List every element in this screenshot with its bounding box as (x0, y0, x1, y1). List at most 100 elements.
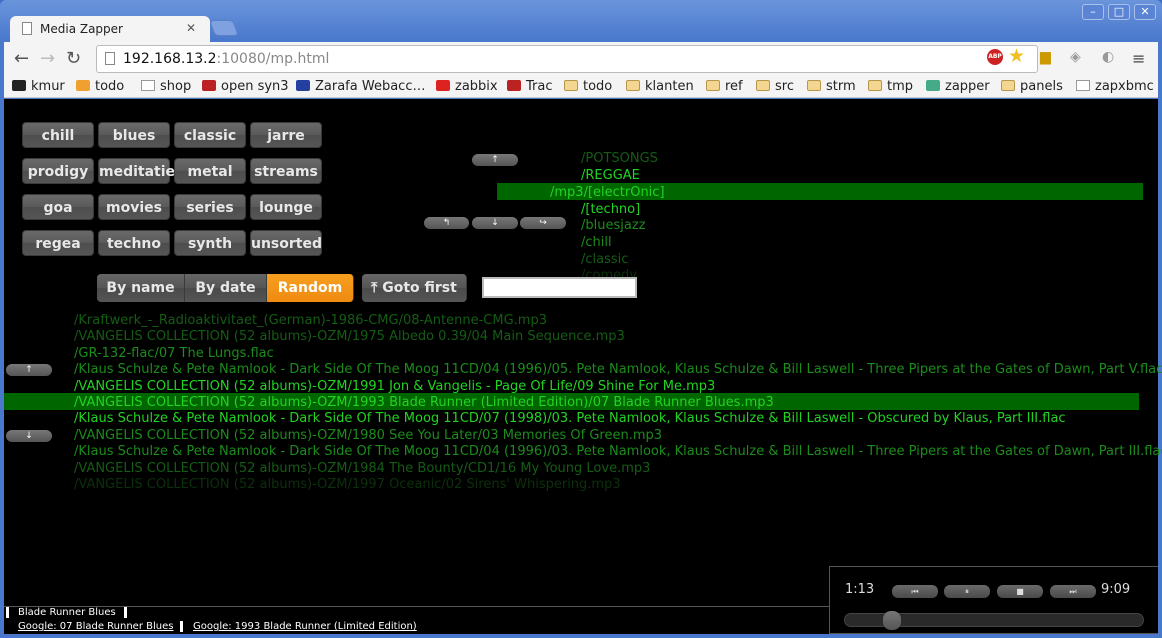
zabbix-icon (436, 80, 450, 91)
seek-thumb[interactable] (882, 611, 901, 630)
paw-icon (507, 80, 521, 91)
dir-item-selected[interactable]: /mp3/[electrOnic] (550, 185, 665, 201)
file-item[interactable]: /VANGELIS COLLECTION (52 albums)-OZM/199… (74, 477, 621, 493)
bookmark-panels[interactable]: panels (1001, 79, 1063, 94)
sabnzbd-icon[interactable]: ▆ (1040, 49, 1051, 65)
bookmark-label: Trac (526, 79, 553, 94)
sort-by-name-button[interactable]: By name (97, 274, 185, 302)
audio-player: 1:13 ⏮ ⏸ ■ ⏭ 9:09 (829, 566, 1158, 634)
file-item[interactable]: /VANGELIS COLLECTION (52 albums)-OZM/199… (74, 379, 715, 395)
file-item[interactable]: /Klaus Schulze & Pete Namlook - Dark Sid… (74, 411, 1066, 427)
bookmark-todo[interactable]: todo (564, 79, 612, 94)
bookmark-ref[interactable]: ref (706, 79, 743, 94)
folder-icon (868, 80, 882, 91)
bookmark-label: tmp (887, 79, 914, 94)
elapsed-time: 1:13 (845, 582, 875, 597)
media-zapper-page: chill blues classic jarre prodigy meditatie me… (4, 99, 1162, 634)
file-down-button[interactable]: ↓ (6, 430, 52, 442)
bookmark-label: todo (583, 79, 613, 94)
bookmark-label: shop (160, 79, 192, 94)
bookmark-label: Zarafa Webacc… (315, 79, 426, 94)
bookmark-klanten[interactable]: klanten (626, 79, 694, 94)
shield-icon[interactable]: ◈ (1070, 49, 1081, 65)
pause-button[interactable]: ⏸ (944, 585, 990, 598)
close-window-button[interactable]: ✕ (1134, 4, 1156, 20)
dir-item[interactable]: /[techno] (581, 202, 640, 218)
adblock-icon[interactable]: ABP (987, 49, 1003, 65)
bookmark-zapper[interactable]: zapper (926, 79, 990, 94)
pause-icon: ⏸ (965, 587, 969, 596)
bookmark-kmur[interactable]: kmur (12, 79, 65, 94)
google-album-link-text[interactable]: Google: 1993 Blade Runner (Limited Editi… (193, 621, 417, 632)
file-item[interactable]: /VANGELIS COLLECTION (52 albums)-OZM/198… (74, 428, 662, 444)
stop-icon: ■ (1016, 587, 1024, 596)
file-up-button[interactable]: ↑ (6, 364, 52, 376)
previous-icon: ⏮ (911, 587, 919, 596)
bookmark-zarafa-webacc-[interactable]: Zarafa Webacc… (296, 79, 425, 94)
bookmark-label: strm (826, 79, 856, 94)
bookmark-star-icon[interactable]: ★ (1008, 45, 1025, 67)
bookmark-zapxbmc[interactable]: zapxbmc (1076, 79, 1154, 94)
dir-item[interactable]: /POTSONGS (581, 151, 658, 167)
browser-window: Media Zapper ✕ – □ ✕ ← → ↻ 192.168.13.2:1… (0, 0, 1162, 638)
tab-title: Media Zapper (40, 22, 123, 36)
bookmark-todo[interactable]: todo (76, 79, 124, 94)
folder-icon (807, 80, 821, 91)
bookmark-src[interactable]: src (756, 79, 794, 94)
tab-media-zapper[interactable]: Media Zapper ✕ (10, 16, 210, 42)
page-icon (22, 22, 32, 35)
back-icon[interactable]: ← (14, 48, 29, 69)
forward-icon[interactable]: → (40, 48, 55, 69)
file-item[interactable]: /VANGELIS COLLECTION (52 albums)-OZM/198… (74, 461, 650, 477)
zapper-icon (926, 80, 940, 91)
maximize-button[interactable]: □ (1108, 4, 1130, 20)
file-item[interactable]: /Klaus Schulze & Pete Namlook - Dark Sid… (74, 362, 1162, 378)
bookmark-shop[interactable]: shop (141, 79, 191, 94)
divider (4, 606, 829, 607)
page-icon (105, 52, 115, 65)
bookmark-label: zapxbmc (1095, 79, 1154, 94)
bookmark-trac[interactable]: Trac (507, 79, 553, 94)
bookmark-tmp[interactable]: tmp (868, 79, 913, 94)
seek-slider[interactable] (844, 611, 1144, 630)
next-button[interactable]: ⏭ (1050, 585, 1096, 598)
google-track-link-text[interactable]: Google: 07 Blade Runner Blues (18, 621, 173, 632)
search-input[interactable] (482, 277, 637, 298)
dir-item[interactable]: /comedy (581, 268, 637, 277)
dir-item[interactable]: /bluesjazz (581, 218, 645, 234)
bookmark-open-syn3[interactable]: open syn3 (202, 79, 289, 94)
dir-item[interactable]: /classic (581, 252, 628, 268)
menu-icon[interactable]: ≡ (1132, 49, 1145, 68)
zarafa-icon (296, 80, 310, 91)
close-tab-icon[interactable]: ✕ (186, 21, 196, 35)
bookmark-zabbix[interactable]: zabbix (436, 79, 498, 94)
address-bar[interactable]: 192.168.13.2:10080/mp.html (96, 45, 1038, 73)
stop-button[interactable]: ■ (997, 585, 1043, 598)
bookmarks-bar: kmur todo shop open syn3 Zarafa Webacc… zabbi… (4, 76, 1158, 98)
dir-item[interactable]: /REGGAE (581, 168, 640, 184)
arrow-up-icon: ↑ (25, 365, 33, 375)
previous-button[interactable]: ⏮ (892, 585, 938, 598)
file-item[interactable]: /GR-132-flac/07 The Lungs.flac (74, 346, 274, 362)
bookmark-label: klanten (645, 79, 694, 94)
file-item[interactable]: /VANGELIS COLLECTION (52 albums)-OZM/197… (74, 329, 625, 345)
dir-item[interactable]: /chill (581, 235, 612, 251)
file-item[interactable]: /Klaus Schulze & Pete Namlook - Dark Sid… (74, 444, 1162, 460)
sort-random-button[interactable]: Random (267, 274, 354, 302)
page-icon (1076, 80, 1090, 91)
mask-icon[interactable]: ◐ (1102, 49, 1114, 65)
bookmark-label: src (775, 79, 794, 94)
file-item[interactable]: /Kraftwerk_-_Radioaktivitaet_(German)-19… (74, 313, 547, 329)
new-tab-button[interactable] (209, 20, 239, 36)
bookmark-strm[interactable]: strm (807, 79, 856, 94)
minimize-button[interactable]: – (1082, 4, 1104, 20)
file-item-selected[interactable]: /VANGELIS COLLECTION (52 albums)-OZM/199… (74, 395, 774, 411)
reload-icon[interactable]: ↻ (66, 48, 81, 69)
page-icon (141, 80, 155, 91)
goto-first-button[interactable]: ⤒ Goto first (362, 274, 467, 302)
google-album-link[interactable]: Google: 1993 Blade Runner (Limited Editi… (180, 621, 417, 632)
paw-icon (202, 80, 216, 91)
google-track-link[interactable]: Google: 07 Blade Runner Blues (18, 621, 173, 632)
sort-by-date-button[interactable]: By date (185, 274, 267, 302)
bookmark-label: open syn3 (221, 79, 289, 94)
